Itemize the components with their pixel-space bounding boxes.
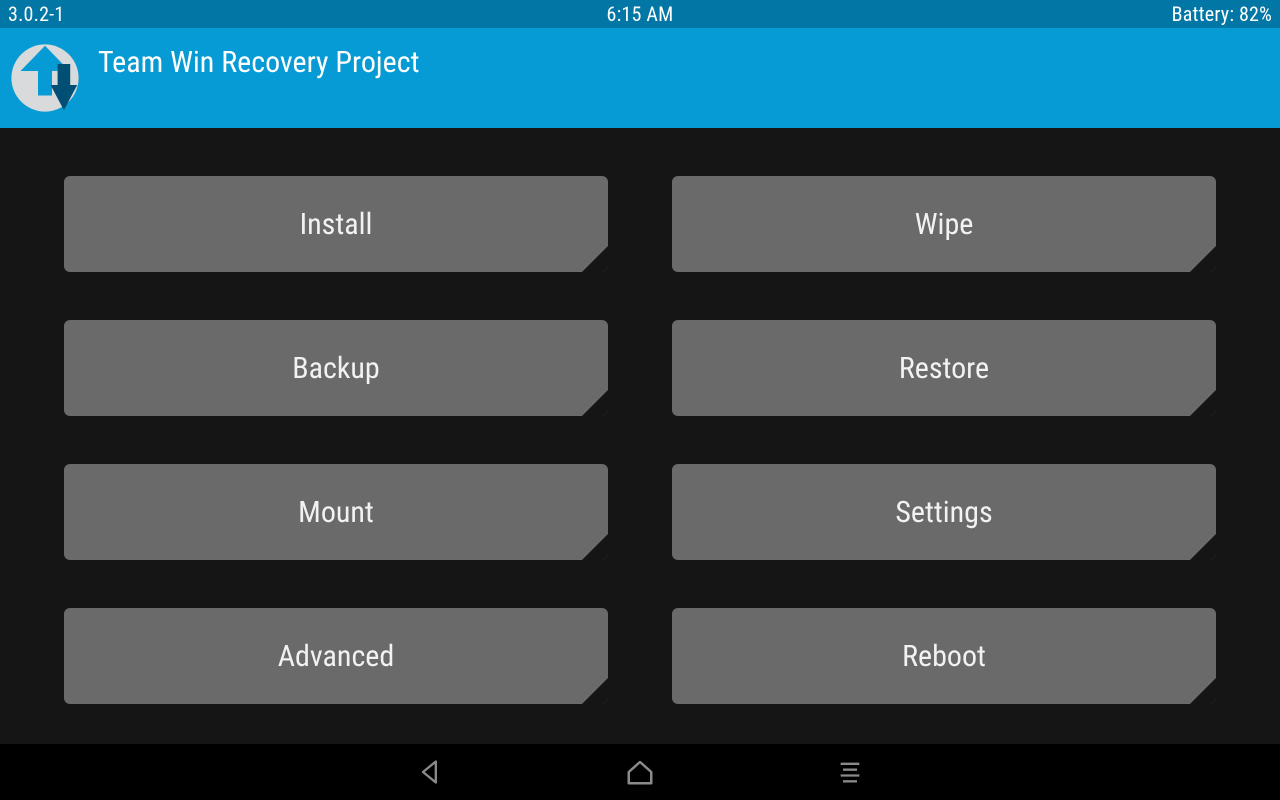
reboot-label: Reboot [902, 639, 986, 674]
advanced-label: Advanced [278, 639, 395, 674]
restore-button[interactable]: Restore [672, 320, 1216, 416]
log-icon [836, 758, 864, 786]
status-time: 6:15 AM [429, 2, 850, 26]
log-button[interactable] [830, 752, 870, 792]
back-button[interactable] [410, 752, 450, 792]
wipe-label: Wipe [915, 207, 974, 242]
advanced-button[interactable]: Advanced [64, 608, 608, 704]
header: Team Win Recovery Project [0, 28, 1280, 128]
mount-label: Mount [298, 495, 374, 530]
status-bar: 3.0.2-1 6:15 AM Battery: 82% [0, 0, 1280, 28]
twrp-logo-icon [10, 43, 80, 113]
status-battery: Battery: 82% [851, 2, 1272, 26]
settings-label: Settings [895, 495, 992, 530]
page-title: Team Win Recovery Project [98, 45, 419, 80]
install-button[interactable]: Install [64, 176, 608, 272]
nav-bar [0, 744, 1280, 800]
reboot-button[interactable]: Reboot [672, 608, 1216, 704]
backup-label: Backup [292, 351, 379, 386]
home-icon [625, 757, 655, 787]
wipe-button[interactable]: Wipe [672, 176, 1216, 272]
status-version: 3.0.2-1 [8, 2, 429, 26]
main-menu: Install Wipe Backup Restore Mount Settin… [0, 128, 1280, 744]
install-label: Install [300, 207, 373, 242]
home-button[interactable] [620, 752, 660, 792]
settings-button[interactable]: Settings [672, 464, 1216, 560]
backup-button[interactable]: Backup [64, 320, 608, 416]
back-icon [416, 758, 444, 786]
mount-button[interactable]: Mount [64, 464, 608, 560]
restore-label: Restore [899, 351, 989, 386]
